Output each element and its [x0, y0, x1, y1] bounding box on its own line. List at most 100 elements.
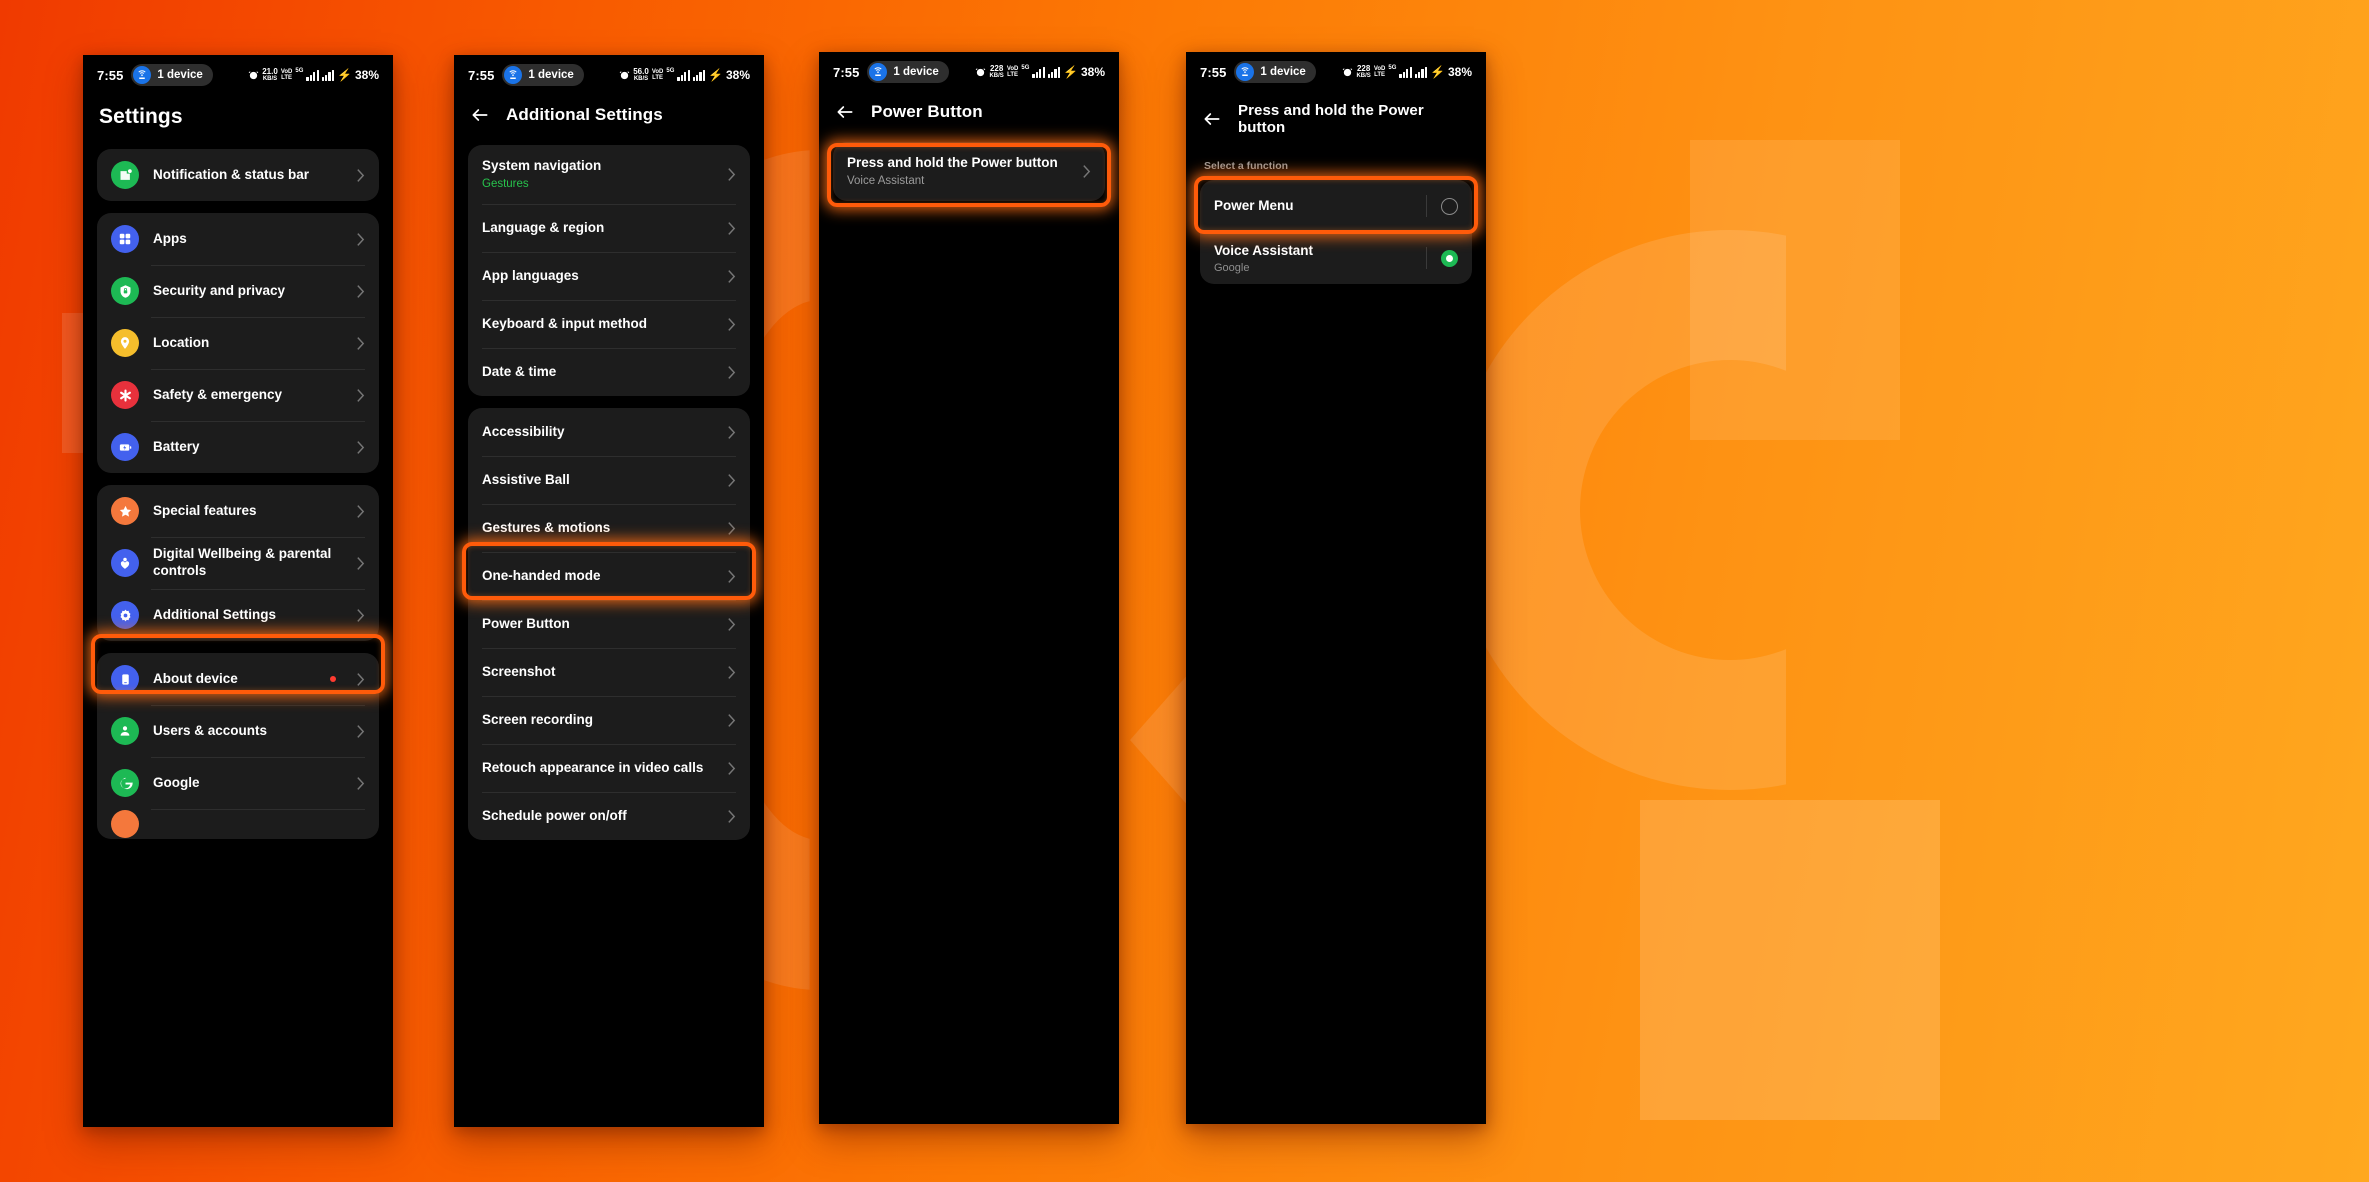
chevron-right-icon [728, 269, 736, 283]
page-title: Additional Settings [506, 105, 663, 124]
alarm-clock-icon [248, 70, 259, 79]
settings-item-title: System navigation [482, 158, 602, 173]
status-bar-left: 7:55 1 device [468, 64, 584, 86]
network-speed: 228 KB/S [1356, 65, 1370, 80]
settings-item-label: Language & region [482, 219, 605, 235]
settings-item-retouch-appearance[interactable]: Retouch appearance in video calls [468, 744, 750, 792]
status-bar-right: 228 KB/S VoD LTE 5G ⚡ 38% [975, 65, 1105, 79]
settings-item-label: About device [153, 670, 238, 686]
settings-group-4: About device Users & accounts Google [97, 653, 379, 839]
settings-group-1: Notification & status bar [97, 149, 379, 201]
settings-item-label: Keyboard & input method [482, 315, 647, 331]
network-speed-unit: KB/S [262, 76, 278, 82]
chevron-right-icon [728, 761, 736, 775]
power-button-group: Press and hold the Power button Voice As… [833, 142, 1105, 202]
additional-settings-group-2: Accessibility Assistive Ball Gestures & … [468, 408, 750, 841]
hotspot-icon [504, 66, 523, 84]
settings-item-additional-settings[interactable]: Additional Settings [97, 589, 379, 641]
cast-device-label: 1 device [893, 66, 939, 78]
settings-item-label: Assistive Ball [482, 471, 570, 487]
settings-item-users-accounts[interactable]: Users & accounts [97, 705, 379, 757]
settings-item-language-region[interactable]: Language & region [468, 204, 750, 252]
settings-item-digital-wellbeing[interactable]: Digital Wellbeing & parental controls [97, 537, 379, 589]
divider [1426, 247, 1427, 269]
status-bar-left: 7:55 1 device [97, 64, 213, 86]
settings-item-about-device[interactable]: About device [97, 653, 379, 705]
settings-item-screen-recording[interactable]: Screen recording [468, 696, 750, 744]
bg-bar [1690, 140, 1900, 440]
radio-button-voice-assistant[interactable] [1441, 249, 1458, 267]
hotspot-icon [133, 66, 152, 84]
cast-device-pill[interactable]: 1 device [1234, 61, 1316, 83]
status-time: 7:55 [97, 67, 124, 83]
settings-item-label: Press and hold the Power button Voice As… [847, 155, 1068, 188]
settings-item-assistive-ball[interactable]: Assistive Ball [468, 456, 750, 504]
settings-item-schedule-power[interactable]: Schedule power on/off [468, 792, 750, 840]
settings-item-sublabel: Voice Assistant [847, 174, 925, 187]
settings-group-3: Special features Digital Wellbeing & par… [97, 485, 379, 641]
settings-item-label: Notification & status bar [153, 166, 310, 182]
settings-item-accessibility[interactable]: Accessibility [468, 408, 750, 456]
phone-screenshot-additional-settings: 7:55 1 device 56.0 KB/S VoD LTE 5G ⚡ 38% [454, 55, 764, 1127]
settings-item-label: Gestures & motions [482, 519, 611, 535]
settings-item-label: Accessibility [482, 423, 565, 439]
chevron-right-icon [728, 521, 736, 535]
status-bar-right: 228 KB/S VoD LTE 5G ⚡ 38% [1342, 65, 1472, 79]
hotspot-icon [869, 63, 888, 81]
cast-device-label: 1 device [528, 69, 574, 81]
settings-item-screenshot[interactable]: Screenshot [468, 648, 750, 696]
status-bar-left: 7:55 1 device [1200, 61, 1316, 83]
chevron-right-icon [728, 425, 736, 439]
settings-item-keyboard-input-method[interactable]: Keyboard & input method [468, 300, 750, 348]
option-power-menu[interactable]: Power Menu [1200, 180, 1472, 232]
settings-item-date-time[interactable]: Date & time [468, 348, 750, 396]
network-speed: 228 KB/S [989, 65, 1003, 80]
volte-icon: VoD LTE [1373, 66, 1386, 78]
settings-item-safety-emergency[interactable]: Safety & emergency [97, 369, 379, 421]
cast-device-pill[interactable]: 1 device [502, 64, 584, 86]
settings-item-notification-status-bar[interactable]: Notification & status bar [97, 149, 379, 201]
alarm-clock-icon [976, 67, 986, 76]
location-pin-icon [111, 329, 139, 357]
cast-device-pill[interactable]: 1 device [131, 64, 213, 86]
back-arrow-icon[interactable] [470, 105, 490, 125]
settings-item-press-and-hold-power-button[interactable]: Press and hold the Power button Voice As… [833, 142, 1105, 201]
settings-item-special-features[interactable]: Special features [97, 485, 379, 537]
apps-grid-icon [111, 225, 139, 253]
signal-bars-sim1 [677, 69, 690, 81]
chevron-right-icon [357, 440, 365, 454]
clipped-item-icon [111, 810, 139, 838]
option-voice-assistant[interactable]: Voice Assistant Google [1200, 232, 1472, 284]
chevron-right-icon [357, 776, 365, 790]
chevron-right-icon [728, 168, 736, 181]
signal-bars-sim2 [692, 69, 706, 81]
settings-item-power-button[interactable]: Power Button [468, 600, 750, 648]
cast-device-pill[interactable]: 1 device [867, 61, 949, 83]
settings-item-one-handed-mode[interactable]: One-handed mode [468, 552, 750, 600]
back-arrow-icon[interactable] [1202, 109, 1222, 129]
settings-item-location[interactable]: Location [97, 317, 379, 369]
network-speed-value: 21.0 [262, 67, 278, 76]
settings-group-2: Apps Security and privacy Location Safet… [97, 213, 379, 473]
radio-button-power-menu[interactable] [1441, 197, 1458, 215]
app-bar: Power Button [819, 88, 1119, 142]
settings-item-google[interactable]: Google [97, 757, 379, 809]
option-sublabel: Google [1214, 262, 1250, 274]
network-speed: 56.0 KB/S [633, 68, 649, 83]
settings-item-label: Schedule power on/off [482, 807, 627, 823]
settings-item-partial[interactable] [97, 809, 379, 839]
app-bar: Press and hold the Power button [1186, 88, 1486, 156]
settings-item-sublabel: Gestures [482, 177, 529, 190]
settings-item-apps[interactable]: Apps [97, 213, 379, 265]
settings-item-label: One-handed mode [482, 567, 601, 583]
network-speed: 21.0 KB/S [262, 67, 278, 83]
back-arrow-icon[interactable] [835, 102, 855, 122]
settings-item-gestures-motions[interactable]: Gestures & motions [468, 504, 750, 552]
settings-item-app-languages[interactable]: App languages [468, 252, 750, 300]
settings-item-label: Screen recording [482, 711, 594, 727]
settings-item-battery[interactable]: Battery [97, 421, 379, 473]
settings-item-system-navigation[interactable]: System navigation Gestures [468, 145, 750, 204]
chevron-right-icon [357, 504, 365, 518]
settings-item-security-and-privacy[interactable]: Security and privacy [97, 265, 379, 317]
status-bar: 7:55 1 device 228 KB/S VoD LTE 5G ⚡ 38% [1186, 52, 1486, 88]
